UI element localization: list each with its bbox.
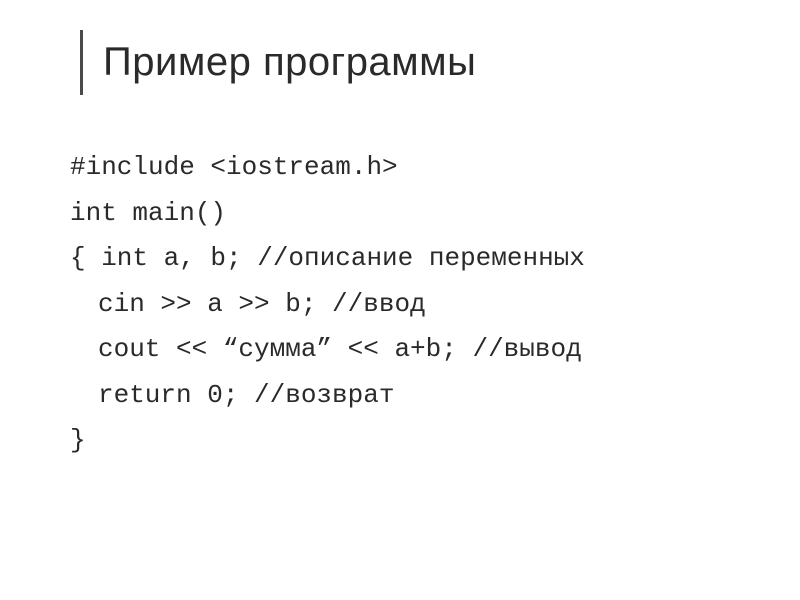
code-line-return: return 0; //возврат (70, 373, 760, 419)
code-block: #include <iostream.h> int main() { int a… (60, 145, 760, 464)
code-line-main: int main() (70, 191, 760, 237)
slide-title: Пример программы (103, 30, 476, 95)
title-accent-bar (80, 30, 83, 95)
code-line-declaration: { int a, b; //описание переменных (70, 236, 760, 282)
code-line-include: #include <iostream.h> (70, 145, 760, 191)
title-container: Пример программы (60, 30, 760, 95)
code-line-closebrace: } (70, 418, 760, 464)
code-line-cin: cin >> a >> b; //ввод (70, 282, 760, 328)
code-line-cout: cout << “сумма” << a+b; //вывод (70, 327, 760, 373)
slide-container: Пример программы #include <iostream.h> i… (0, 0, 800, 600)
